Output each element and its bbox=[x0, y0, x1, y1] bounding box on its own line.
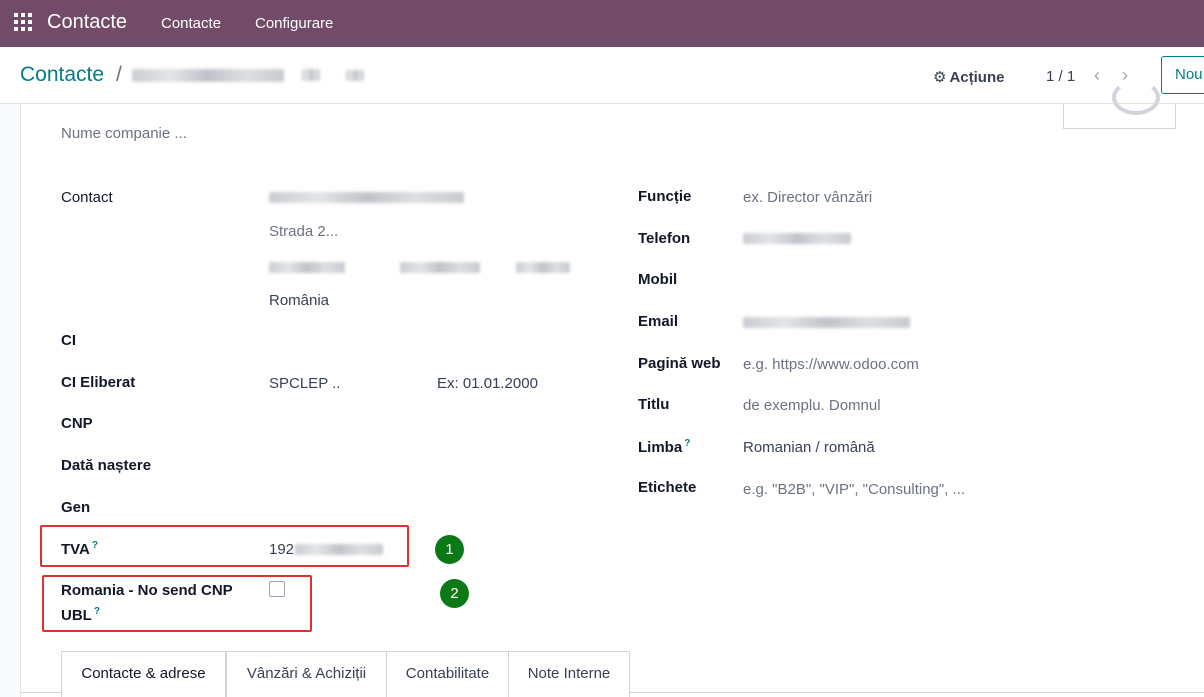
tab-contabilitate[interactable]: Contabilitate bbox=[386, 651, 509, 697]
new-button[interactable]: Nou bbox=[1161, 56, 1204, 94]
email-input-redacted[interactable] bbox=[743, 317, 910, 328]
breadcrumb-contacte-link[interactable]: Contacte bbox=[20, 63, 104, 87]
limba-select[interactable]: Romanian / română bbox=[743, 439, 875, 456]
company-name-input[interactable]: Nume companie ... bbox=[61, 125, 187, 142]
apps-grid-icon[interactable] bbox=[14, 13, 32, 31]
menu-configurare[interactable]: Configurare bbox=[255, 15, 333, 32]
pager-value[interactable]: 1 / 1 bbox=[1046, 68, 1075, 85]
ci-label: CI bbox=[61, 332, 76, 349]
avatar-placeholder-icon bbox=[1112, 80, 1160, 115]
functie-input[interactable]: ex. Director vânzări bbox=[743, 189, 872, 206]
tab-contacte-adrese[interactable]: Contacte & adrese bbox=[61, 651, 226, 697]
app-title[interactable]: Contacte bbox=[47, 11, 127, 34]
top-navbar: Contacte Contacte Configurare bbox=[0, 0, 1204, 47]
cnp-label: CNP bbox=[61, 415, 93, 432]
etichete-input[interactable]: e.g. "B2B", "VIP", "Consulting", ... bbox=[743, 481, 965, 498]
web-input[interactable]: e.g. https://www.odoo.com bbox=[743, 356, 919, 373]
telefon-label: Telefon bbox=[638, 230, 691, 247]
chevron-left-icon[interactable]: ‹ bbox=[1094, 65, 1100, 86]
contact-label: Contact bbox=[61, 189, 113, 206]
gear-icon[interactable] bbox=[302, 69, 320, 81]
state-input-redacted[interactable] bbox=[400, 262, 480, 273]
ci-date-input[interactable]: Ex: 01.01.2000 bbox=[437, 375, 538, 392]
control-panel: Contacte / ⚙ Acțiune 1 / 1 ‹ › Nou bbox=[0, 47, 1204, 104]
tva-highlight-box bbox=[40, 525, 409, 567]
limba-help-icon[interactable]: ? bbox=[684, 438, 690, 449]
tab-vanzari-achizitii[interactable]: Vânzări & Achiziții bbox=[226, 651, 387, 697]
discard-icon[interactable] bbox=[346, 70, 364, 81]
street-input-redacted[interactable] bbox=[269, 192, 464, 203]
annotation-badge-2: 2 bbox=[440, 579, 469, 608]
country-input[interactable]: România bbox=[269, 292, 329, 309]
cog-icon: ⚙ bbox=[933, 69, 947, 86]
limba-label-text: Limba bbox=[638, 439, 683, 456]
birthdate-label: Dată naștere bbox=[61, 457, 152, 474]
no-send-cnp-highlight-box bbox=[42, 575, 312, 632]
annotation-badge-1: 1 bbox=[435, 535, 464, 564]
gen-label: Gen bbox=[61, 499, 91, 516]
city-input-redacted[interactable] bbox=[269, 262, 345, 273]
street2-input[interactable]: Strada 2... bbox=[269, 223, 338, 240]
limba-label: Limba? bbox=[638, 438, 690, 456]
action-menu-button[interactable]: ⚙ Acțiune bbox=[933, 68, 1004, 86]
etichete-label: Etichete bbox=[638, 479, 697, 496]
titlu-input[interactable]: de exemplu. Domnul bbox=[743, 397, 881, 414]
tab-note-interne[interactable]: Note Interne bbox=[508, 651, 630, 697]
telefon-input-redacted[interactable] bbox=[743, 233, 851, 244]
zip-input-redacted[interactable] bbox=[516, 262, 570, 273]
email-label: Email bbox=[638, 313, 679, 330]
ci-eliberat-label: CI Eliberat bbox=[61, 374, 136, 391]
titlu-label: Titlu bbox=[638, 396, 670, 413]
web-label: Pagină web bbox=[638, 355, 721, 372]
action-label: Acțiune bbox=[949, 69, 1005, 86]
breadcrumb-separator: / bbox=[116, 63, 122, 86]
mobil-label: Mobil bbox=[638, 271, 678, 288]
menu-contacte[interactable]: Contacte bbox=[161, 15, 221, 32]
functie-label: Funcție bbox=[638, 188, 692, 205]
breadcrumb-record-name-redacted bbox=[132, 69, 284, 82]
ci-eliberat-input[interactable]: SPCLEP .. bbox=[269, 375, 340, 392]
